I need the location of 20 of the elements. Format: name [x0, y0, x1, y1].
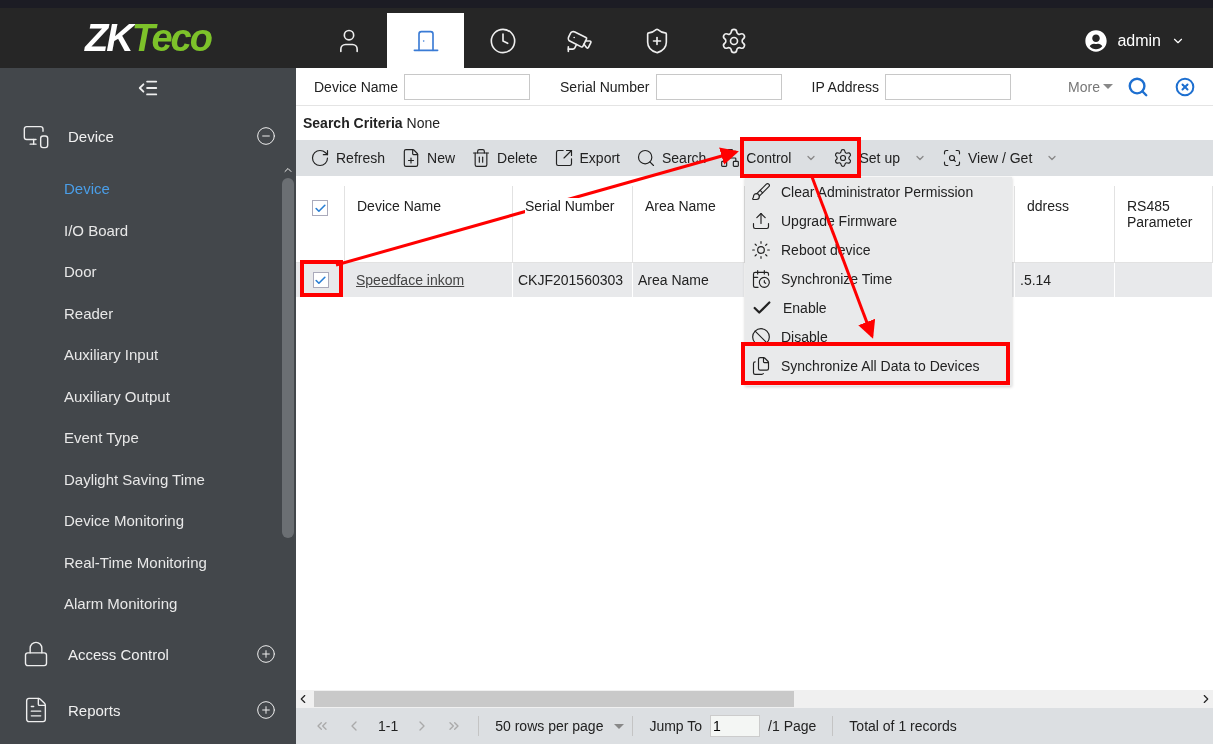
- logo: ZKTeco: [85, 16, 211, 60]
- group-label: Device: [68, 127, 115, 145]
- page-count: /1 Page: [768, 718, 817, 734]
- page-range: 1-1: [378, 718, 399, 734]
- column-header: Serial Number: [525, 198, 615, 214]
- group-label: Reports: [68, 701, 122, 719]
- criteria-value: None: [406, 115, 441, 131]
- field-label: Serial Number: [560, 78, 650, 95]
- column-header: ddress: [1027, 198, 1070, 214]
- group-label: Access Control: [68, 645, 170, 663]
- field-label: Device Name: [314, 78, 399, 95]
- column-header: Area Name: [645, 198, 716, 214]
- table-cell: CKJF201560303: [518, 272, 624, 288]
- column-header: Device Name: [357, 198, 442, 214]
- record-total: Total of 1 records: [849, 718, 957, 734]
- table-cell: Area Name: [638, 272, 709, 288]
- criteria-label: Search Criteria: [303, 115, 403, 131]
- field-label: IP Address: [811, 78, 879, 95]
- jump-label: Jump To: [649, 718, 703, 734]
- table-cell: .5.14: [1020, 272, 1052, 288]
